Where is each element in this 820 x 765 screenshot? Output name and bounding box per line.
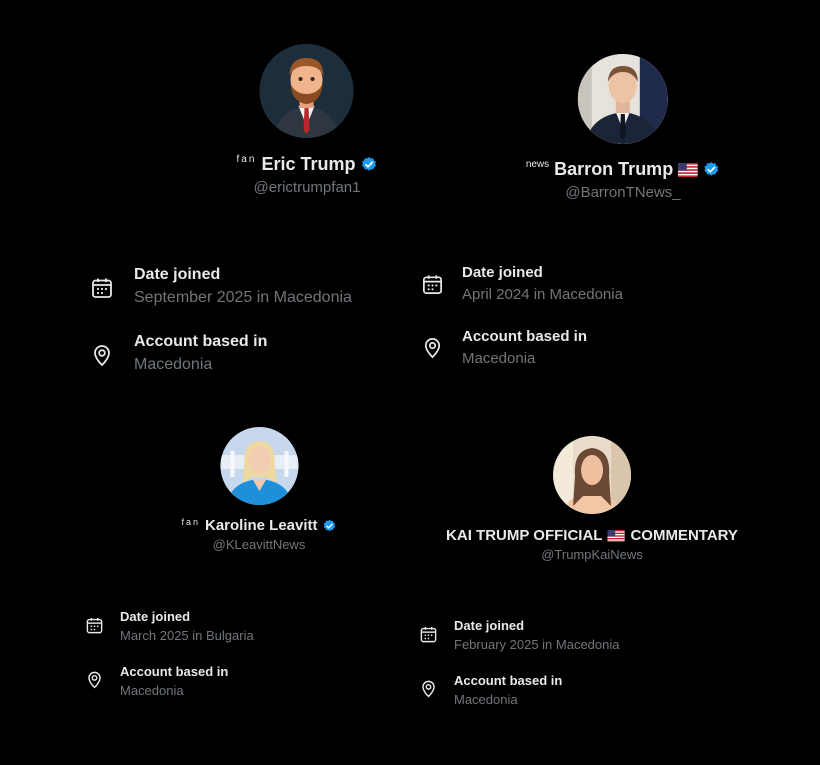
handle[interactable]: @erictrumpfan1 — [237, 179, 378, 196]
date-joined-value: September 2025 in Macedonia — [134, 289, 352, 306]
date-joined-label: Date joined — [120, 609, 191, 624]
profile-header-karoline: fan Karoline Leavitt @KLeavittNews — [181, 427, 336, 552]
name-prefix: fan — [181, 516, 200, 527]
account-based-value: Macedonia — [454, 692, 518, 707]
avatar-barron[interactable] — [578, 54, 668, 144]
location-pin-icon — [85, 670, 104, 689]
account-based-label: Account based in — [454, 673, 563, 688]
profile-header-kai: KAI TRUMP OFFICIAL COMMENTARY @TrumpKaiN… — [446, 436, 738, 562]
location-pin-icon — [419, 679, 438, 698]
profile-header-barron: news Barron Trump @BarronTNews_ — [526, 54, 720, 201]
profile-header-eric: fan Eric Trump @erictrumpfan1 — [237, 44, 378, 196]
handle[interactable]: @BarronTNews_ — [526, 184, 720, 201]
display-name[interactable]: Eric Trump — [261, 154, 355, 175]
account-based-label: Account based in — [134, 333, 268, 350]
us-flag-icon — [607, 529, 626, 542]
account-based-value: Macedonia — [120, 683, 184, 698]
display-name[interactable]: Barron Trump — [554, 159, 673, 180]
location-pin-icon — [90, 343, 114, 367]
display-name[interactable]: Karoline Leavitt — [205, 517, 318, 534]
name-prefix: fan — [236, 154, 257, 165]
us-flag-icon — [678, 162, 699, 177]
date-joined-value: March 2025 in Bulgaria — [120, 628, 254, 643]
calendar-icon — [421, 273, 444, 296]
calendar-icon — [419, 625, 438, 644]
account-based-row: Account based in Macedonia — [85, 664, 228, 698]
profile-name-row: fan Karoline Leavitt — [181, 517, 336, 534]
date-joined-label: Date joined — [134, 266, 221, 283]
handle[interactable]: @KLeavittNews — [181, 537, 336, 552]
account-based-label: Account based in — [120, 664, 229, 679]
date-joined-value: February 2025 in Macedonia — [454, 637, 620, 652]
avatar-karoline[interactable] — [219, 427, 298, 505]
avatar-kai[interactable] — [552, 436, 631, 514]
account-based-row: Account based in Macedonia — [419, 673, 562, 707]
verified-badge-icon[interactable] — [360, 156, 377, 173]
account-based-row: Account based in Macedonia — [421, 328, 587, 367]
name-prefix: news — [525, 159, 550, 170]
location-pin-icon — [421, 336, 444, 359]
account-based-row: Account based in Macedonia — [90, 333, 267, 374]
avatar-eric[interactable] — [260, 44, 354, 138]
profile-name-row: KAI TRUMP OFFICIAL COMMENTARY — [446, 527, 738, 544]
date-joined-row: Date joined September 2025 in Macedonia — [90, 266, 352, 307]
display-name-part1[interactable]: KAI TRUMP OFFICIAL — [446, 527, 602, 544]
date-joined-row: Date joined March 2025 in Bulgaria — [85, 609, 254, 643]
handle[interactable]: @TrumpKaiNews — [446, 547, 738, 562]
date-joined-label: Date joined — [454, 618, 525, 633]
date-joined-row: Date joined April 2024 in Macedonia — [421, 264, 623, 303]
calendar-icon — [90, 276, 114, 300]
profile-name-row: news Barron Trump — [526, 159, 720, 180]
date-joined-label: Date joined — [462, 264, 543, 281]
account-based-value: Macedonia — [462, 350, 536, 367]
date-joined-row: Date joined February 2025 in Macedonia — [419, 618, 620, 652]
verified-badge-icon[interactable] — [323, 519, 337, 533]
account-based-value: Macedonia — [134, 356, 213, 373]
account-based-label: Account based in — [462, 328, 588, 345]
verified-badge-icon[interactable] — [703, 161, 720, 178]
date-joined-value: April 2024 in Macedonia — [462, 286, 623, 303]
display-name-part2[interactable]: COMMENTARY — [630, 527, 738, 544]
calendar-icon — [85, 616, 104, 635]
profile-name-row: fan Eric Trump — [237, 154, 378, 175]
